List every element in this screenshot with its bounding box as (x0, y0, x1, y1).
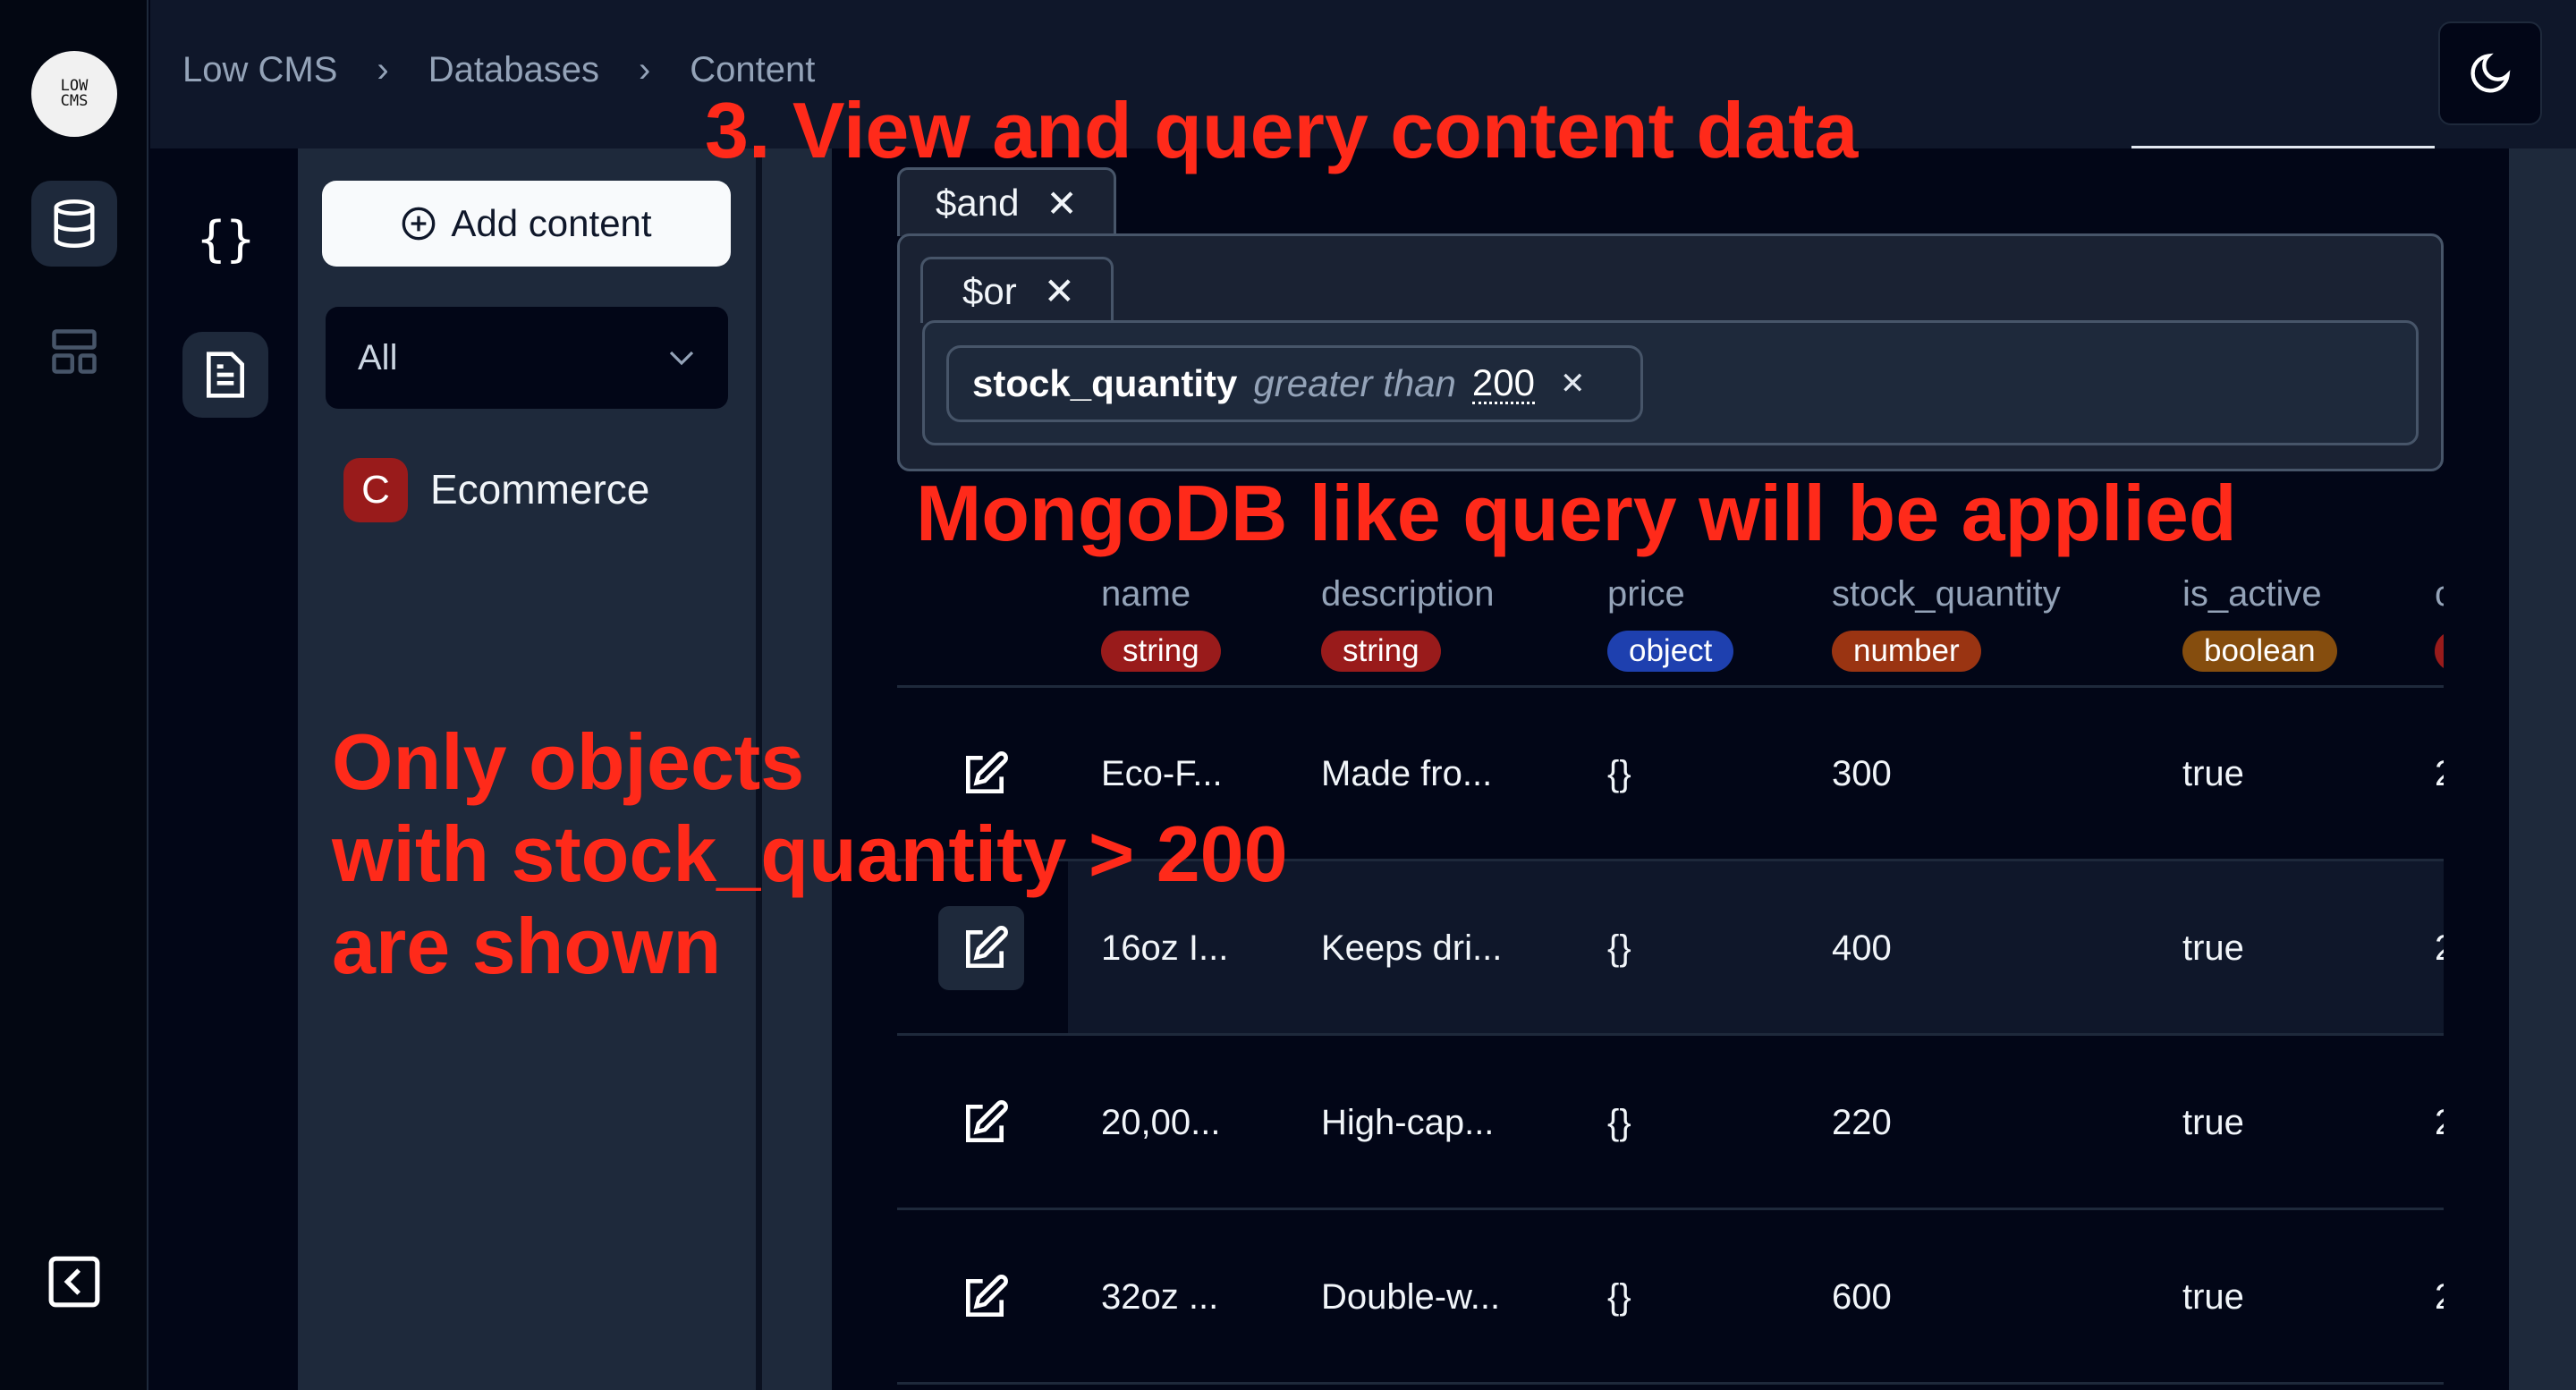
plus-circle-icon (402, 207, 436, 241)
right-scroll-area (2509, 148, 2576, 1390)
cell-c: 2 (2435, 861, 2444, 1036)
schema-braces-icon[interactable]: {} (197, 211, 255, 267)
edit-row-button[interactable] (960, 1098, 1010, 1153)
column-header-stock_quantity[interactable]: stock_quantity (1832, 574, 2061, 614)
cell-description: Keeps dri... (1321, 928, 1503, 968)
chevron-down-icon (669, 351, 694, 366)
hidden-control-edge (2131, 146, 2435, 148)
content-nav-button[interactable] (182, 332, 268, 418)
cell-stock_quantity: 300 (1832, 754, 1892, 793)
chevron-right-icon: › (377, 50, 389, 89)
column-header-price[interactable]: price (1607, 574, 1685, 614)
cell-price: {} (1607, 1277, 1631, 1317)
cell-c: 2 (2435, 1210, 2444, 1385)
collection-filter-select[interactable]: All (326, 307, 728, 409)
close-icon[interactable]: ✕ (1046, 182, 1077, 225)
chevron-right-icon: › (638, 50, 651, 89)
close-icon[interactable]: ✕ (1044, 269, 1075, 313)
edit-icon (966, 1275, 1008, 1317)
cell-price: {} (1607, 1103, 1631, 1142)
logo[interactable]: LOW CMS (31, 51, 117, 137)
type-badge: string (1101, 631, 1221, 672)
annotation-query-note: MongoDB like query will be applied (916, 469, 2237, 557)
moon-icon (2470, 53, 2511, 93)
type-badge (2435, 631, 2444, 672)
table-row[interactable]: 32oz ... Double-w... {} 600 true 2 (897, 1210, 2444, 1385)
annotation-result-note: Only objects with stock_quantity > 200 a… (332, 717, 1288, 990)
cell-stock_quantity: 600 (1832, 1277, 1892, 1317)
cell-stock_quantity: 220 (1832, 1103, 1892, 1142)
cell-is_active: true (2182, 1277, 2244, 1317)
cell-c: 2 (2435, 1036, 2444, 1210)
type-badge: string (1321, 631, 1441, 672)
cell-price: {} (1607, 754, 1631, 793)
cell-description: Double-w... (1321, 1277, 1501, 1317)
collapse-left-icon (48, 1256, 100, 1308)
databases-nav-button[interactable] (31, 181, 117, 267)
column-header-name[interactable]: name (1101, 574, 1191, 614)
cell-name: 32oz ... (1101, 1277, 1219, 1317)
theme-toggle-button[interactable] (2438, 21, 2542, 125)
column-header-is_active[interactable]: is_active (2182, 574, 2322, 614)
column-header-description[interactable]: description (1321, 574, 1494, 614)
type-badge: number (1832, 631, 1981, 672)
table-row[interactable]: 20,00... High-cap... {} 220 true 2 (897, 1036, 2444, 1210)
cell-description: Made fro... (1321, 754, 1493, 793)
breadcrumb-low-cms[interactable]: Low CMS (182, 50, 337, 90)
layout-icon (52, 329, 97, 374)
edit-row-button[interactable] (960, 1273, 1010, 1327)
breadcrumb-databases[interactable]: Databases (428, 50, 599, 90)
annotation-title: 3. View and query content data (705, 86, 1859, 174)
cell-is_active: true (2182, 928, 2244, 968)
layouts-nav-button[interactable] (31, 309, 117, 394)
cell-description: High-cap... (1321, 1103, 1495, 1142)
edit-icon (966, 1100, 1008, 1142)
cell-is_active: true (2182, 754, 2244, 793)
type-badge: boolean (2182, 631, 2337, 672)
column-header-c[interactable]: c (2435, 574, 2444, 614)
collection-badge: C (343, 458, 408, 522)
cell-is_active: true (2182, 1103, 2244, 1142)
document-icon (207, 352, 244, 398)
cell-price: {} (1607, 928, 1631, 968)
cell-name: 20,00... (1101, 1103, 1221, 1142)
or-group-tab[interactable]: $or ✕ (920, 257, 1114, 323)
cell-c: 2 (2435, 687, 2444, 861)
cell-stock_quantity: 400 (1832, 928, 1892, 968)
and-group-tab[interactable]: $and ✕ (897, 167, 1116, 236)
query-condition-chip[interactable]: stock_quantity greater than 200 ✕ (946, 345, 1643, 422)
collection-item-ecommerce[interactable]: Ecommerce (430, 465, 649, 513)
type-badge: object (1607, 631, 1734, 672)
collapse-sidebar-button[interactable] (31, 1239, 117, 1325)
database-icon (54, 199, 95, 249)
close-icon[interactable]: ✕ (1560, 366, 1586, 402)
add-content-button[interactable]: Add content (322, 181, 731, 267)
